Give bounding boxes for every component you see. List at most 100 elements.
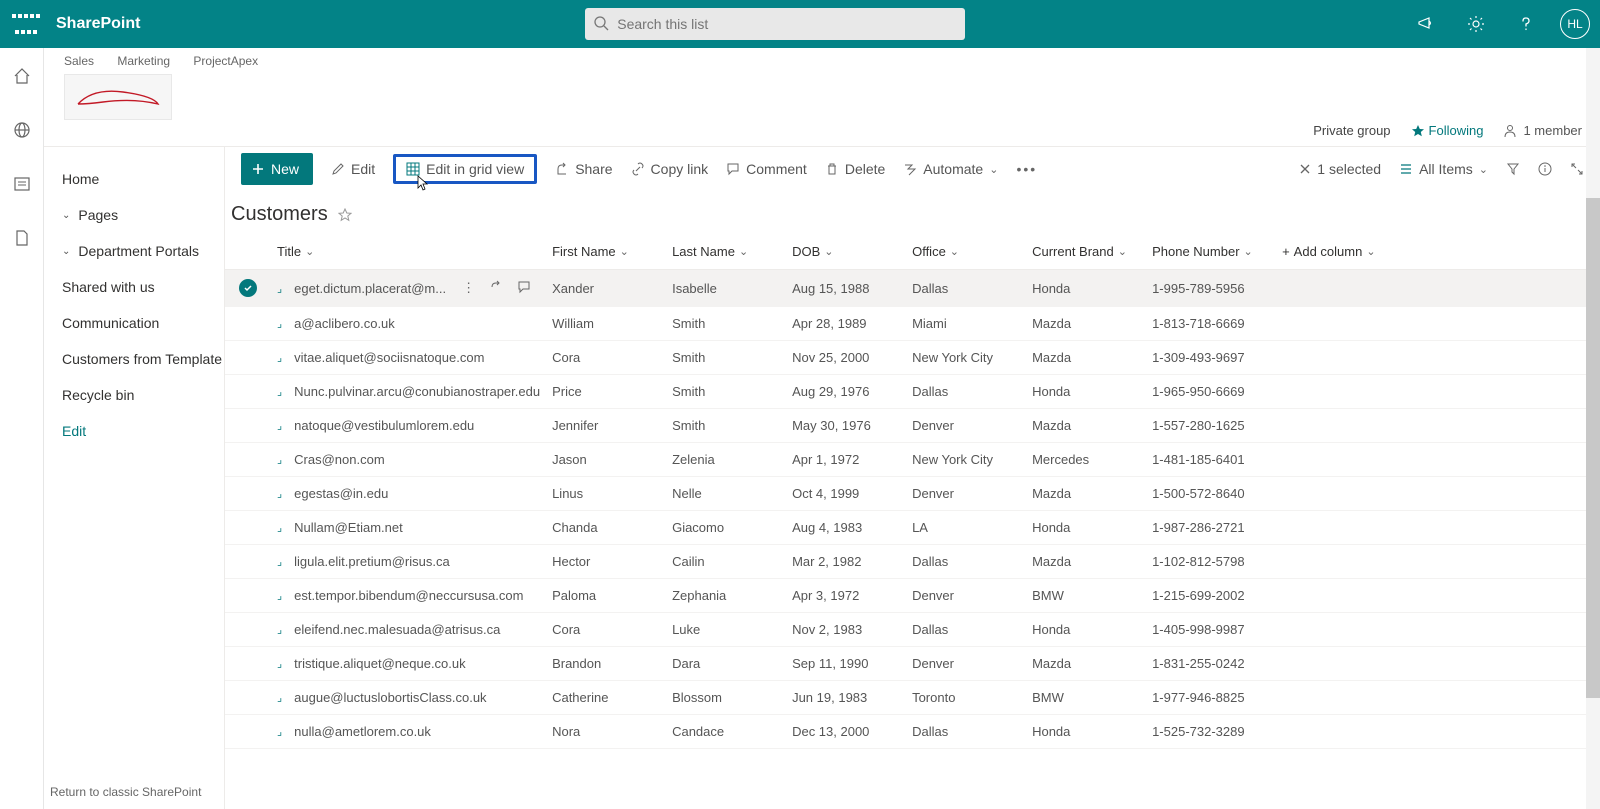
breadcrumb-item[interactable]: Sales: [64, 54, 94, 68]
cell-phone: 1-831-255-0242: [1146, 647, 1276, 681]
copy-link-button[interactable]: Copy link: [631, 161, 709, 177]
more-button[interactable]: •••: [1016, 161, 1037, 177]
gear-icon[interactable]: [1460, 8, 1492, 40]
share-row-icon[interactable]: [489, 280, 503, 297]
link-icon: [631, 162, 645, 176]
cell-fn: Nora: [546, 715, 666, 749]
table-row[interactable]: ⌟Cras@non.comJasonZeleniaApr 1, 1972New …: [225, 443, 1600, 477]
col-phone[interactable]: Phone Number: [1152, 244, 1270, 259]
app-launcher-icon[interactable]: [10, 8, 42, 40]
cell-office: New York City: [906, 341, 1026, 375]
cell-ln: Nelle: [666, 477, 786, 511]
nav-department-portals[interactable]: ⌄Department Portals: [62, 233, 224, 269]
cell-dob: Aug 4, 1983: [786, 511, 906, 545]
table-row[interactable]: ⌟egestas@in.eduLinusNelleOct 4, 1999Denv…: [225, 477, 1600, 511]
news-icon[interactable]: [6, 168, 38, 200]
list-title: Customers: [231, 203, 328, 226]
nav-pages[interactable]: ⌄Pages: [62, 197, 224, 233]
comment-button[interactable]: Comment: [726, 161, 807, 177]
more-icon[interactable]: ⋮: [462, 280, 475, 297]
col-dob[interactable]: DOB: [792, 244, 900, 259]
row-title[interactable]: nulla@ametlorem.co.uk: [294, 724, 431, 739]
row-title[interactable]: ligula.elit.pretium@risus.ca: [294, 554, 450, 569]
table-row[interactable]: ⌟est.tempor.bibendum@neccursusa.comPalom…: [225, 579, 1600, 613]
col-brand[interactable]: Current Brand: [1032, 244, 1140, 259]
col-office[interactable]: Office: [912, 244, 1020, 259]
view-selector[interactable]: All Items: [1399, 161, 1488, 177]
comment-row-icon[interactable]: [517, 280, 531, 297]
clear-selection-button[interactable]: 1 selected: [1299, 161, 1381, 177]
table-row[interactable]: ⌟augue@luctuslobortisClass.co.ukCatherin…: [225, 681, 1600, 715]
filter-button[interactable]: [1506, 162, 1520, 176]
breadcrumb-item[interactable]: Marketing: [117, 54, 170, 68]
row-title[interactable]: natoque@vestibulumlorem.edu: [294, 418, 474, 433]
col-add[interactable]: + Add column: [1282, 244, 1594, 259]
cell-brand: Honda: [1026, 715, 1146, 749]
row-title[interactable]: augue@luctuslobortisClass.co.uk: [294, 690, 486, 705]
globe-icon[interactable]: [6, 114, 38, 146]
star-outline-icon[interactable]: [338, 208, 352, 222]
table-row[interactable]: ⌟eget.dictum.placerat@m...⋮XanderIsabell…: [225, 270, 1600, 307]
cell-phone: 1-987-286-2721: [1146, 511, 1276, 545]
row-title[interactable]: eleifend.nec.malesuada@atrisus.ca: [294, 622, 500, 637]
row-title[interactable]: eget.dictum.placerat@m...: [294, 281, 446, 296]
cell-ln: Zelenia: [666, 443, 786, 477]
nav-communication[interactable]: Communication: [62, 305, 224, 341]
automate-button[interactable]: Automate: [903, 161, 998, 177]
nav-shared[interactable]: Shared with us: [62, 269, 224, 305]
row-title[interactable]: est.tempor.bibendum@neccursusa.com: [294, 588, 523, 603]
row-title[interactable]: vitae.aliquet@sociisnatoque.com: [294, 350, 484, 365]
megaphone-icon[interactable]: [1410, 8, 1442, 40]
info-icon: [1538, 162, 1552, 176]
nav-recycle[interactable]: Recycle bin: [62, 377, 224, 413]
site-logo[interactable]: [64, 74, 172, 120]
check-icon[interactable]: [239, 279, 257, 297]
row-title[interactable]: egestas@in.edu: [294, 486, 388, 501]
row-title[interactable]: a@aclibero.co.uk: [294, 316, 395, 331]
row-title[interactable]: tristique.aliquet@neque.co.uk: [294, 656, 465, 671]
row-title[interactable]: Nunc.pulvinar.arcu@conubianostraper.edu: [294, 384, 540, 399]
expand-button[interactable]: [1570, 162, 1584, 176]
search-input[interactable]: [585, 8, 965, 40]
share-button[interactable]: Share: [555, 161, 612, 177]
table-row[interactable]: ⌟Nullam@Etiam.netChandaGiacomoAug 4, 198…: [225, 511, 1600, 545]
delete-button[interactable]: Delete: [825, 161, 885, 177]
attachment-icon: ⌟: [277, 419, 282, 432]
table-row[interactable]: ⌟ligula.elit.pretium@risus.caHectorCaili…: [225, 545, 1600, 579]
table-row[interactable]: ⌟tristique.aliquet@neque.co.ukBrandonDar…: [225, 647, 1600, 681]
files-icon[interactable]: [6, 222, 38, 254]
nav-edit[interactable]: Edit: [62, 413, 224, 449]
table-row[interactable]: ⌟nulla@ametlorem.co.ukNoraCandaceDec 13,…: [225, 715, 1600, 749]
chevron-down-icon: ⌄: [62, 210, 70, 221]
breadcrumb: Sales Marketing ProjectApex: [64, 48, 1582, 68]
col-firstname[interactable]: First Name: [552, 244, 660, 259]
new-button[interactable]: New: [241, 153, 313, 185]
help-icon[interactable]: [1510, 8, 1542, 40]
scrollbar-thumb[interactable]: [1586, 198, 1600, 698]
col-lastname[interactable]: Last Name: [672, 244, 780, 259]
search-box[interactable]: [585, 8, 965, 40]
following-toggle[interactable]: Following: [1411, 123, 1484, 138]
row-title[interactable]: Cras@non.com: [294, 452, 385, 467]
edit-grid-view-button[interactable]: Edit in grid view: [393, 154, 537, 184]
nav-home[interactable]: Home: [62, 161, 224, 197]
breadcrumb-item[interactable]: ProjectApex: [193, 54, 258, 68]
cell-office: Dallas: [906, 715, 1026, 749]
col-title[interactable]: Title: [277, 244, 540, 259]
table-row[interactable]: ⌟eleifend.nec.malesuada@atrisus.caCoraLu…: [225, 613, 1600, 647]
cell-brand: Mazda: [1026, 647, 1146, 681]
cell-fn: Cora: [546, 341, 666, 375]
avatar[interactable]: HL: [1560, 9, 1590, 39]
table-row[interactable]: ⌟a@aclibero.co.ukWilliamSmithApr 28, 198…: [225, 307, 1600, 341]
return-classic-link[interactable]: Return to classic SharePoint: [50, 785, 201, 799]
table-row[interactable]: ⌟Nunc.pulvinar.arcu@conubianostraper.edu…: [225, 375, 1600, 409]
edit-button[interactable]: Edit: [331, 161, 375, 177]
nav-customers-template[interactable]: Customers from Template: [62, 341, 224, 377]
info-button[interactable]: [1538, 162, 1552, 176]
table-row[interactable]: ⌟natoque@vestibulumlorem.eduJenniferSmit…: [225, 409, 1600, 443]
home-icon[interactable]: [6, 60, 38, 92]
members-count[interactable]: 1 member: [1503, 123, 1582, 138]
cell-ln: Giacomo: [666, 511, 786, 545]
table-row[interactable]: ⌟vitae.aliquet@sociisnatoque.comCoraSmit…: [225, 341, 1600, 375]
row-title[interactable]: Nullam@Etiam.net: [294, 520, 403, 535]
